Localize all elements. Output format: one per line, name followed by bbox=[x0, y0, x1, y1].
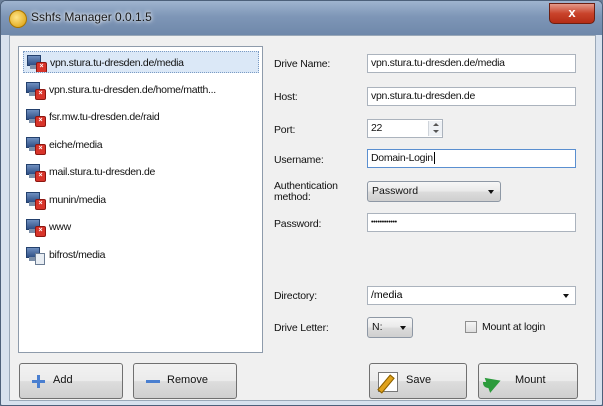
network-drive-error-icon: × bbox=[27, 55, 47, 72]
directory-combo[interactable]: /media bbox=[367, 286, 576, 305]
mount-at-login-label[interactable]: Mount at login bbox=[482, 321, 545, 333]
list-item[interactable]: bifrost/media bbox=[23, 244, 259, 266]
save-button[interactable]: Save bbox=[369, 363, 467, 399]
client-area: × vpn.stura.tu-dresden.de/media × vpn.stura… bbox=[9, 35, 596, 401]
drive-letter-value: N: bbox=[372, 321, 383, 333]
drive-name-label: Drive Name: bbox=[274, 58, 331, 70]
app-icon bbox=[9, 10, 27, 28]
password-field[interactable]: •••••••••••• bbox=[367, 213, 576, 232]
host-field[interactable]: vpn.stura.tu-dresden.de bbox=[367, 87, 576, 106]
list-item-label: www bbox=[49, 221, 71, 233]
minus-icon bbox=[146, 380, 160, 383]
host-label: Host: bbox=[274, 91, 298, 103]
port-spin-buttons[interactable] bbox=[428, 121, 442, 136]
network-drive-error-icon: × bbox=[26, 219, 46, 237]
remove-button[interactable]: Remove bbox=[133, 363, 237, 399]
auth-method-select[interactable]: Password bbox=[367, 181, 501, 202]
list-item-label: munin/media bbox=[49, 193, 106, 206]
drive-list[interactable]: × vpn.stura.tu-dresden.de/media × vpn.stura… bbox=[18, 46, 263, 353]
list-item-label: vpn.stura.tu-dresden.de/media bbox=[50, 57, 184, 69]
port-stepper[interactable]: 22 bbox=[367, 119, 443, 138]
port-label: Port: bbox=[274, 124, 296, 136]
network-drive-error-icon: × bbox=[26, 191, 46, 210]
save-button-label: Save bbox=[406, 374, 432, 386]
list-item[interactable]: × fsr.mw.tu-dresden.de/raid bbox=[23, 106, 259, 128]
auth-method-label-line2: method: bbox=[274, 191, 311, 203]
list-item-label: vpn.stura.tu-dresden.de/home/matth... bbox=[49, 83, 216, 96]
spin-down-icon[interactable] bbox=[433, 130, 439, 133]
username-field[interactable]: Domain-Login bbox=[367, 149, 576, 168]
mount-at-login-checkbox[interactable] bbox=[465, 321, 477, 333]
list-item-label: mail.stura.tu-dresden.de bbox=[49, 166, 156, 178]
network-drive-error-icon: × bbox=[26, 164, 46, 182]
close-button[interactable]: x bbox=[549, 3, 595, 24]
remove-button-label: Remove bbox=[167, 374, 208, 386]
directory-label: Directory: bbox=[274, 290, 317, 302]
network-drive-error-icon: × bbox=[26, 136, 46, 155]
username-label: Username: bbox=[274, 154, 324, 166]
list-item-label: bifrost/media bbox=[49, 248, 106, 261]
list-item[interactable]: × www bbox=[23, 216, 259, 238]
title-bar[interactable]: Sshfs Manager 0.0.1.5 x bbox=[1, 1, 602, 35]
list-item[interactable]: × vpn.stura.tu-dresden.de/home/matth... bbox=[23, 79, 259, 101]
spin-up-icon[interactable] bbox=[433, 123, 439, 126]
list-item[interactable]: × munin/media bbox=[23, 189, 259, 211]
drive-name-field[interactable]: vpn.stura.tu-dresden.de/media bbox=[367, 54, 576, 73]
chevron-down-icon bbox=[400, 326, 406, 330]
password-label: Password: bbox=[274, 218, 322, 230]
mount-button-label: Mount bbox=[515, 374, 546, 386]
add-button-label: Add bbox=[53, 374, 73, 386]
username-value: Domain-Login bbox=[371, 152, 433, 164]
directory-value: /media bbox=[371, 289, 403, 301]
window-title: Sshfs Manager 0.0.1.5 bbox=[31, 10, 152, 24]
app-window: Sshfs Manager 0.0.1.5 x × vpn.stura.tu-dr… bbox=[0, 0, 603, 406]
network-drive-icon bbox=[26, 246, 45, 265]
chevron-down-icon[interactable] bbox=[563, 294, 569, 298]
add-button[interactable]: Add bbox=[19, 363, 123, 399]
drive-letter-select[interactable]: N: bbox=[367, 317, 413, 338]
edit-icon bbox=[377, 372, 398, 394]
network-drive-error-icon: × bbox=[26, 109, 46, 127]
port-value: 22 bbox=[371, 122, 383, 134]
mount-button[interactable]: Mount bbox=[478, 363, 578, 399]
text-caret bbox=[433, 152, 435, 165]
list-item[interactable]: × mail.stura.tu-dresden.de bbox=[23, 161, 259, 183]
chevron-down-icon bbox=[488, 190, 494, 194]
auth-method-value: Password bbox=[372, 185, 419, 197]
plus-icon bbox=[32, 375, 45, 388]
list-item[interactable]: × vpn.stura.tu-dresden.de/media bbox=[23, 51, 259, 73]
drive-letter-label: Drive Letter: bbox=[274, 322, 329, 334]
list-item-label: fsr.mw.tu-dresden.de/raid bbox=[49, 111, 160, 123]
network-drive-error-icon: × bbox=[26, 81, 46, 100]
list-item[interactable]: × eiche/media bbox=[23, 134, 259, 156]
mount-arrow-icon bbox=[483, 372, 507, 393]
auth-method-label: Authentication method: bbox=[274, 181, 338, 203]
list-item-label: eiche/media bbox=[49, 138, 103, 151]
